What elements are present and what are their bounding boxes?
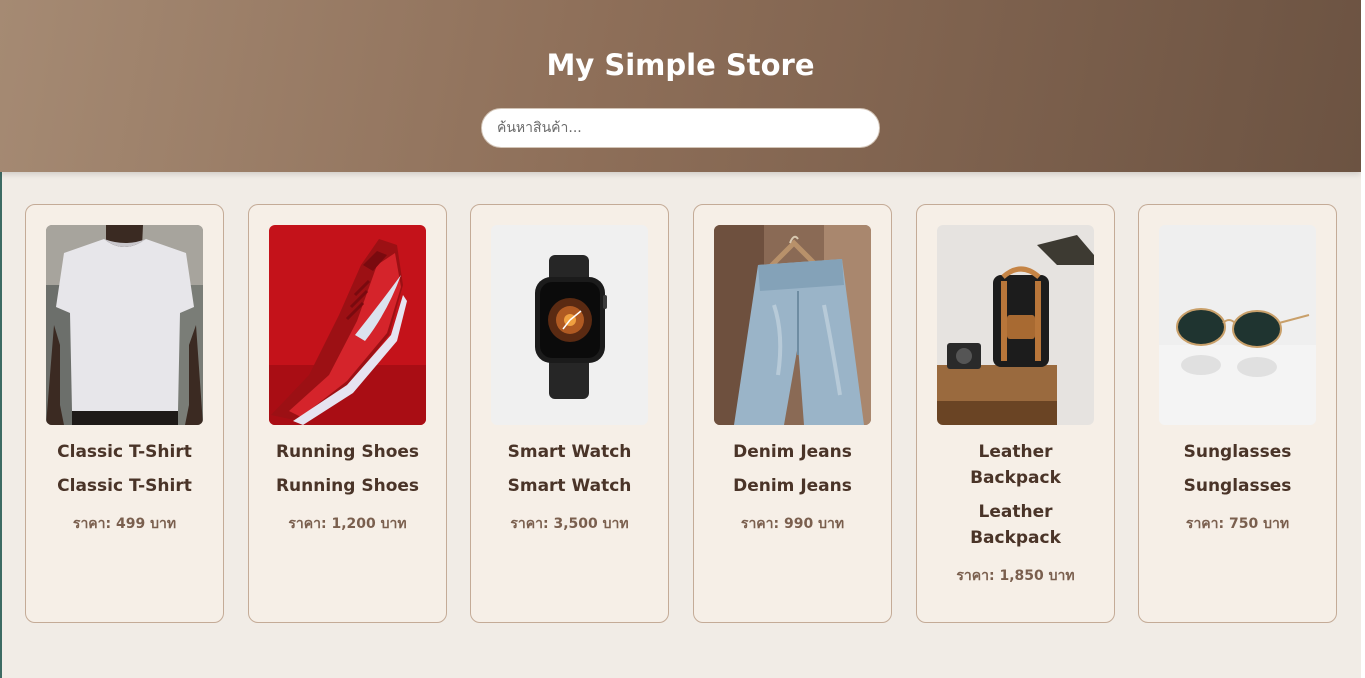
product-price: ราคา: 1,850 บาท [956, 568, 1075, 584]
product-card-sunglasses[interactable]: Sunglasses Sunglasses ราคา: 750 บาท [1138, 204, 1337, 623]
search-input[interactable] [481, 108, 880, 148]
product-price: ราคา: 990 บาท [740, 516, 845, 532]
product-name: Sunglasses [1183, 442, 1292, 462]
product-price: ราคา: 750 บาท [1185, 516, 1290, 532]
product-name: Smart Watch [507, 442, 632, 462]
backpack-image [937, 225, 1094, 425]
product-name: Denim Jeans [733, 442, 852, 462]
store-header: My Simple Store [0, 0, 1361, 172]
product-subtitle: Classic T-Shirt [57, 476, 192, 496]
store-title: My Simple Store [546, 48, 815, 82]
product-card-running-shoes[interactable]: Running Shoes Running Shoes ราคา: 1,200 … [248, 204, 447, 623]
product-card-denim-jeans[interactable]: Denim Jeans Denim Jeans ราคา: 990 บาท [693, 204, 892, 623]
product-card-smart-watch[interactable]: Smart Watch Smart Watch ราคา: 3,500 บาท [470, 204, 669, 623]
product-grid: Classic T-Shirt Classic T-Shirt ราคา: 49… [25, 204, 1337, 623]
tshirt-image [46, 225, 203, 425]
product-subtitle: Running Shoes [275, 476, 420, 496]
watch-image [491, 225, 648, 425]
shoe-image [269, 225, 426, 425]
product-subtitle: Denim Jeans [733, 476, 852, 496]
product-name: Classic T-Shirt [57, 442, 192, 462]
sunglasses-image [1159, 225, 1316, 425]
product-subtitle: Leather Backpack [970, 502, 1061, 548]
product-name: Leather Backpack [970, 442, 1061, 488]
product-card-tshirt[interactable]: Classic T-Shirt Classic T-Shirt ราคา: 49… [25, 204, 224, 623]
jeans-image [714, 225, 871, 425]
product-card-leather-backpack[interactable]: Leather Backpack Leather Backpack ราคา: … [916, 204, 1115, 623]
product-name: Running Shoes [275, 442, 420, 462]
product-price: ราคา: 1,200 บาท [288, 516, 407, 532]
product-price: ราคา: 3,500 บาท [510, 516, 629, 532]
product-subtitle: Sunglasses [1183, 476, 1292, 496]
product-price: ราคา: 499 บาท [72, 516, 177, 532]
product-subtitle: Smart Watch [507, 476, 632, 496]
window-right-edge [1361, 0, 1365, 678]
